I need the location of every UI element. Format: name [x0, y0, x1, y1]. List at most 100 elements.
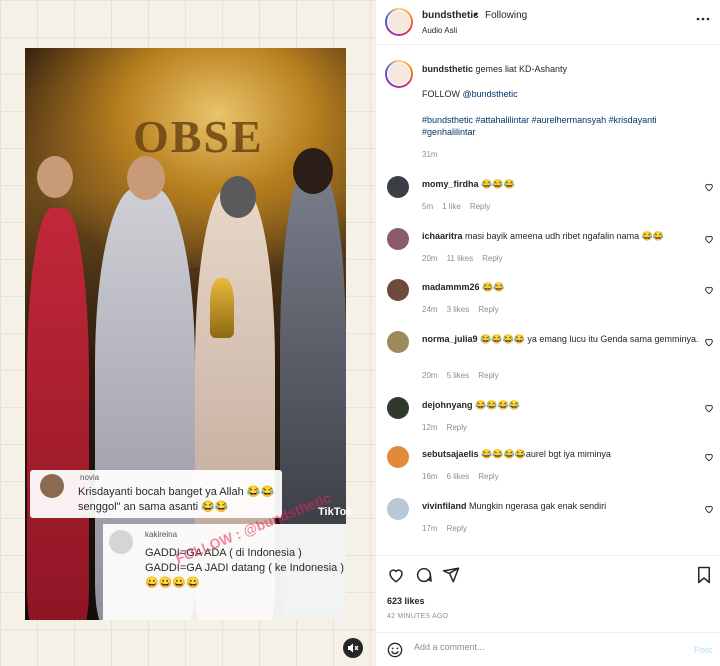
- add-comment-bar: Post: [376, 632, 720, 666]
- comment-username[interactable]: norma_julia9: [422, 334, 478, 344]
- comment-username[interactable]: sebutsajaelis: [422, 449, 479, 459]
- heart-icon[interactable]: [704, 182, 714, 195]
- post-header: bundsthetic • Following Audio Asli: [376, 0, 720, 45]
- comment-username[interactable]: madammm26: [422, 282, 480, 292]
- comment-likes[interactable]: 5 likes: [447, 371, 470, 380]
- heart-icon[interactable]: [704, 234, 714, 247]
- heart-icon[interactable]: [704, 337, 714, 350]
- avatar[interactable]: [385, 8, 413, 36]
- comment-likes[interactable]: 6 likes: [447, 472, 470, 481]
- comment-icon[interactable]: [415, 566, 433, 589]
- comment-meta: 24m 3 likes Reply: [422, 305, 508, 314]
- comment-text: 😂😂😂😂: [475, 400, 520, 410]
- bookmark-icon[interactable]: [696, 566, 712, 589]
- comment-meta: 16m 6 likes Reply: [422, 472, 508, 481]
- reply-button[interactable]: Reply: [447, 524, 467, 533]
- more-icon[interactable]: [696, 12, 710, 29]
- emoji-icon[interactable]: [387, 642, 403, 661]
- likes-count[interactable]: 623 likes: [387, 596, 425, 606]
- comment-likes[interactable]: 11 likes: [447, 254, 474, 263]
- author-username[interactable]: bundsthetic: [422, 10, 479, 21]
- heart-icon[interactable]: [704, 403, 714, 416]
- comment-input[interactable]: [414, 642, 674, 652]
- following-button[interactable]: Following: [485, 10, 527, 21]
- overlay-comment-user: novia: [80, 473, 100, 482]
- post-button[interactable]: Post: [694, 645, 712, 655]
- comment-body: sebutsajaelis 😂😂😂😂aurel bgt iya miminya: [422, 448, 702, 461]
- comment-likes[interactable]: 1 like: [442, 202, 461, 211]
- heart-icon[interactable]: [704, 504, 714, 517]
- comment-meta: 20m 11 likes Reply: [422, 254, 512, 263]
- comment-body: ichaaritra masi bayik ameena udh ribet n…: [422, 230, 702, 243]
- comment-body: momy_firdha 😂😂😂: [422, 178, 702, 191]
- reply-button[interactable]: Reply: [478, 472, 498, 481]
- comment-time: 24m: [422, 305, 438, 314]
- comment-username[interactable]: vivinfiland: [422, 501, 467, 511]
- comment-meta: 17m Reply: [422, 524, 476, 533]
- avatar[interactable]: [387, 397, 409, 419]
- comment-text: 😂😂😂: [481, 179, 515, 189]
- person-red-dress: [27, 208, 89, 620]
- caption-time: 31m: [422, 150, 438, 159]
- comment-meta: 5m 1 like Reply: [422, 202, 499, 211]
- comment-body: vivinfiland Mungkin ngerasa gak enak sen…: [422, 500, 702, 513]
- caption: bundsthetic gemes liat KD-Ashanty: [422, 63, 712, 75]
- avatar[interactable]: [387, 331, 409, 353]
- comment-body: madammm26 😂😂: [422, 281, 702, 294]
- comment-username[interactable]: dejohnyang: [422, 400, 473, 410]
- comment-time: 5m: [422, 202, 434, 211]
- caption-follow-text: FOLLOW: [422, 89, 463, 99]
- comment-text: 😂😂😂😂aurel bgt iya miminya: [481, 449, 611, 459]
- avatar[interactable]: [387, 228, 409, 250]
- comment-text: masi bayik ameena udh ribet ngafalin nam…: [465, 231, 665, 241]
- media-panel: OBSE novia Krisdayanti bocah banget ya A…: [0, 0, 375, 666]
- head: [37, 156, 73, 198]
- head: [127, 156, 165, 200]
- comment-username[interactable]: ichaaritra: [422, 231, 463, 241]
- caption-username[interactable]: bundsthetic: [422, 64, 473, 74]
- separator: •: [474, 10, 478, 21]
- overlay-comment: novia Krisdayanti bocah banget ya Allah …: [30, 470, 282, 518]
- head: [220, 176, 256, 218]
- heart-icon[interactable]: [704, 452, 714, 465]
- comment-meta: 12m Reply: [422, 423, 476, 432]
- reply-button[interactable]: Reply: [482, 254, 502, 263]
- post-side-panel: bundsthetic • Following Audio Asli bunds…: [375, 0, 720, 666]
- heart-icon[interactable]: [387, 566, 405, 589]
- caption-text: gemes liat KD-Ashanty: [475, 64, 568, 74]
- avatar[interactable]: [385, 60, 413, 88]
- hashtags[interactable]: #bundsthetic #attahalilintar #aurelherma…: [422, 114, 707, 138]
- overlay-comment-user: kakireina: [145, 530, 178, 539]
- comment-text: 😂😂: [482, 282, 505, 292]
- heart-icon[interactable]: [704, 285, 714, 298]
- share-icon[interactable]: [442, 566, 460, 589]
- comment-time: 20m: [422, 254, 438, 263]
- caption-follow-line: FOLLOW @bundsthetic: [422, 89, 518, 99]
- reply-button[interactable]: Reply: [447, 423, 467, 432]
- comment-time: 16m: [422, 472, 438, 481]
- speaker-muted-icon[interactable]: [343, 638, 363, 658]
- comment-body: norma_julia9 😂😂😂😂 ya emang lucu itu Gend…: [422, 333, 702, 346]
- comment-likes[interactable]: 3 likes: [447, 305, 470, 314]
- avatar[interactable]: [387, 498, 409, 520]
- avatar: [40, 474, 64, 498]
- avatar[interactable]: [387, 279, 409, 301]
- tiktok-logo: TikTok: [318, 506, 353, 518]
- comment-time: 17m: [422, 524, 438, 533]
- comment-text: 😂😂😂😂 ya emang lucu itu Genda sama gemmin…: [480, 334, 699, 344]
- reply-button[interactable]: Reply: [470, 202, 490, 211]
- reply-button[interactable]: Reply: [478, 305, 498, 314]
- avatar: [109, 530, 133, 554]
- overlay-comment-text: Krisdayanti bocah banget ya Allah 😂😂 sen…: [78, 486, 275, 513]
- action-bar: 623 likes 42 MINUTES AGO: [376, 555, 720, 627]
- comment-meta: 20m 5 likes Reply: [422, 371, 508, 380]
- reply-button[interactable]: Reply: [478, 371, 498, 380]
- stage-sign: OBSE: [133, 111, 264, 162]
- audio-link[interactable]: Audio Asli: [422, 26, 457, 35]
- avatar[interactable]: [387, 176, 409, 198]
- avatar[interactable]: [387, 446, 409, 468]
- trophy: [210, 278, 234, 338]
- head: [293, 148, 333, 194]
- mention-link[interactable]: @bundsthetic: [463, 89, 518, 99]
- comment-username[interactable]: momy_firdha: [422, 179, 479, 189]
